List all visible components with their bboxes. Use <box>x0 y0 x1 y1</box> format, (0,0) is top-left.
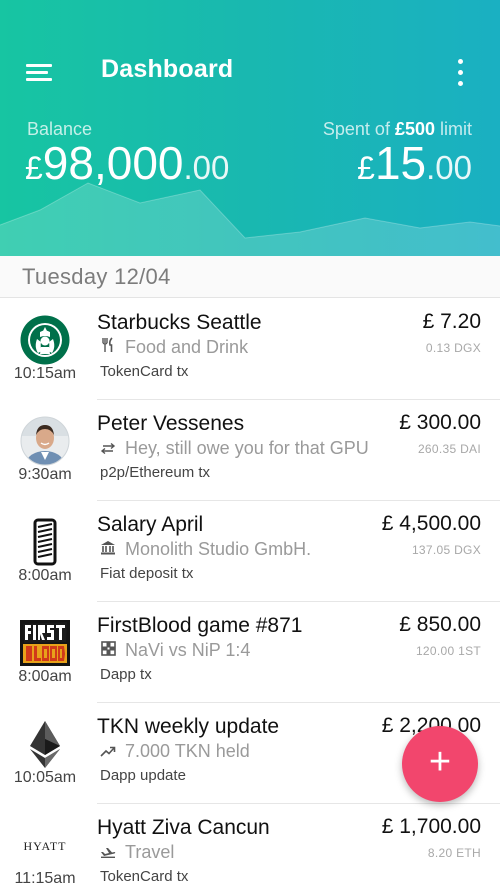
transaction-time: 9:30am <box>18 466 72 483</box>
transaction-amount: £ 4,500.00 <box>381 512 481 535</box>
add-transaction-button[interactable]: + <box>402 726 478 802</box>
svg-text:HYATT: HYATT <box>24 839 67 853</box>
transfer-icon <box>100 441 116 458</box>
transaction-row[interactable]: 8:00am FirstBlood game #871 NaVi vs NiP … <box>0 602 500 703</box>
date-section-header: Tuesday 12/04 <box>0 256 500 298</box>
transaction-type: TokenCard tx <box>100 363 189 380</box>
transaction-token-amount: 0.13 DGX <box>425 341 481 355</box>
balance-whole: 98,000 <box>42 137 184 189</box>
transaction-time: 10:05am <box>13 769 77 786</box>
spent-suffix: limit <box>435 119 472 139</box>
balance-amount: £98,000.00 <box>25 137 229 201</box>
transaction-type: p2p/Ethereum tx <box>100 464 211 481</box>
hamburger-menu-icon[interactable] <box>26 62 52 84</box>
transaction-subtitle: Monolith Studio GmbH. <box>100 539 311 560</box>
transaction-name: FirstBlood game #871 <box>97 614 303 637</box>
transaction-row[interactable]: HYATT 11:15am Hyatt Ziva Cancun Travel T… <box>0 804 500 889</box>
transaction-list: 10:15am Starbucks Seattle Food and Drink… <box>0 299 500 889</box>
more-options-icon[interactable] <box>455 57 467 89</box>
bank-icon <box>100 540 116 559</box>
plus-icon: + <box>428 741 452 783</box>
transaction-time: 11:15am <box>14 870 76 887</box>
person-avatar <box>20 416 70 466</box>
game-icon <box>100 641 116 660</box>
transaction-token-amount: 120.00 1ST <box>415 644 481 658</box>
balance-currency: £ <box>25 150 43 186</box>
transaction-token-amount: 8.20 ETH <box>427 846 481 860</box>
spent-amount: £15.00 <box>357 137 472 201</box>
transaction-name: Salary April <box>97 513 204 536</box>
transaction-token-amount: 137.05 DGX <box>411 543 481 557</box>
page-title: Dashboard <box>101 55 234 83</box>
transaction-subtitle: NaVi vs NiP 1:4 <box>100 640 250 661</box>
dashboard-header: Dashboard Balance £98,000.00 Spent of £5… <box>0 0 500 256</box>
hyatt-logo: HYATT <box>24 839 67 853</box>
transaction-amount: £ 850.00 <box>399 613 481 636</box>
transaction-amount: £ 300.00 <box>399 411 481 434</box>
transaction-row[interactable]: 9:30am Peter Vessenes Hey, still owe you… <box>0 400 500 501</box>
spent-decimal: .00 <box>426 149 472 186</box>
ethereum-logo <box>30 721 60 768</box>
transaction-name: Starbucks Seattle <box>97 311 262 334</box>
firstblood-logo <box>20 620 70 666</box>
transaction-amount: £ 1,700.00 <box>381 815 481 838</box>
transaction-subtitle: Food and Drink <box>100 337 248 358</box>
date-label: Tuesday 12/04 <box>22 264 171 289</box>
transaction-row[interactable]: 10:15am Starbucks Seattle Food and Drink… <box>0 299 500 400</box>
transaction-type: TokenCard tx <box>100 868 189 885</box>
spent-currency: £ <box>357 150 375 186</box>
transaction-time: 10:15am <box>13 365 77 382</box>
transaction-row[interactable]: 8:00am Salary April Monolith Studio GmbH… <box>0 501 500 602</box>
transaction-subtitle: 7.000 TKN held <box>100 741 250 762</box>
monolith-logo <box>33 518 57 566</box>
plane-icon <box>100 844 116 862</box>
balance-decimal: .00 <box>183 149 230 186</box>
transaction-type: Dapp update <box>100 767 186 784</box>
transaction-token-amount: 260.35 DAI <box>417 442 481 456</box>
app-screen: Dashboard Balance £98,000.00 Spent of £5… <box>0 0 500 889</box>
transaction-subtitle: Travel <box>100 842 174 863</box>
transaction-time: 8:00am <box>18 668 72 685</box>
spent-whole: 15 <box>374 137 427 189</box>
starbucks-logo <box>20 315 70 365</box>
transaction-name: Hyatt Ziva Cancun <box>97 816 270 839</box>
utensils-icon <box>100 337 116 357</box>
spent-limit-value: £500 <box>394 119 435 139</box>
transaction-name: Peter Vessenes <box>97 412 245 435</box>
transaction-time: 8:00am <box>18 567 72 584</box>
trending-up-icon <box>100 744 116 761</box>
transaction-type: Fiat deposit tx <box>100 565 194 582</box>
transaction-subtitle: Hey, still owe you for that GPU <box>100 438 369 459</box>
spent-prefix: Spent of <box>322 119 395 139</box>
transaction-type: Dapp tx <box>100 666 152 683</box>
transaction-name: TKN weekly update <box>97 715 280 738</box>
transaction-amount: £ 7.20 <box>422 310 481 333</box>
